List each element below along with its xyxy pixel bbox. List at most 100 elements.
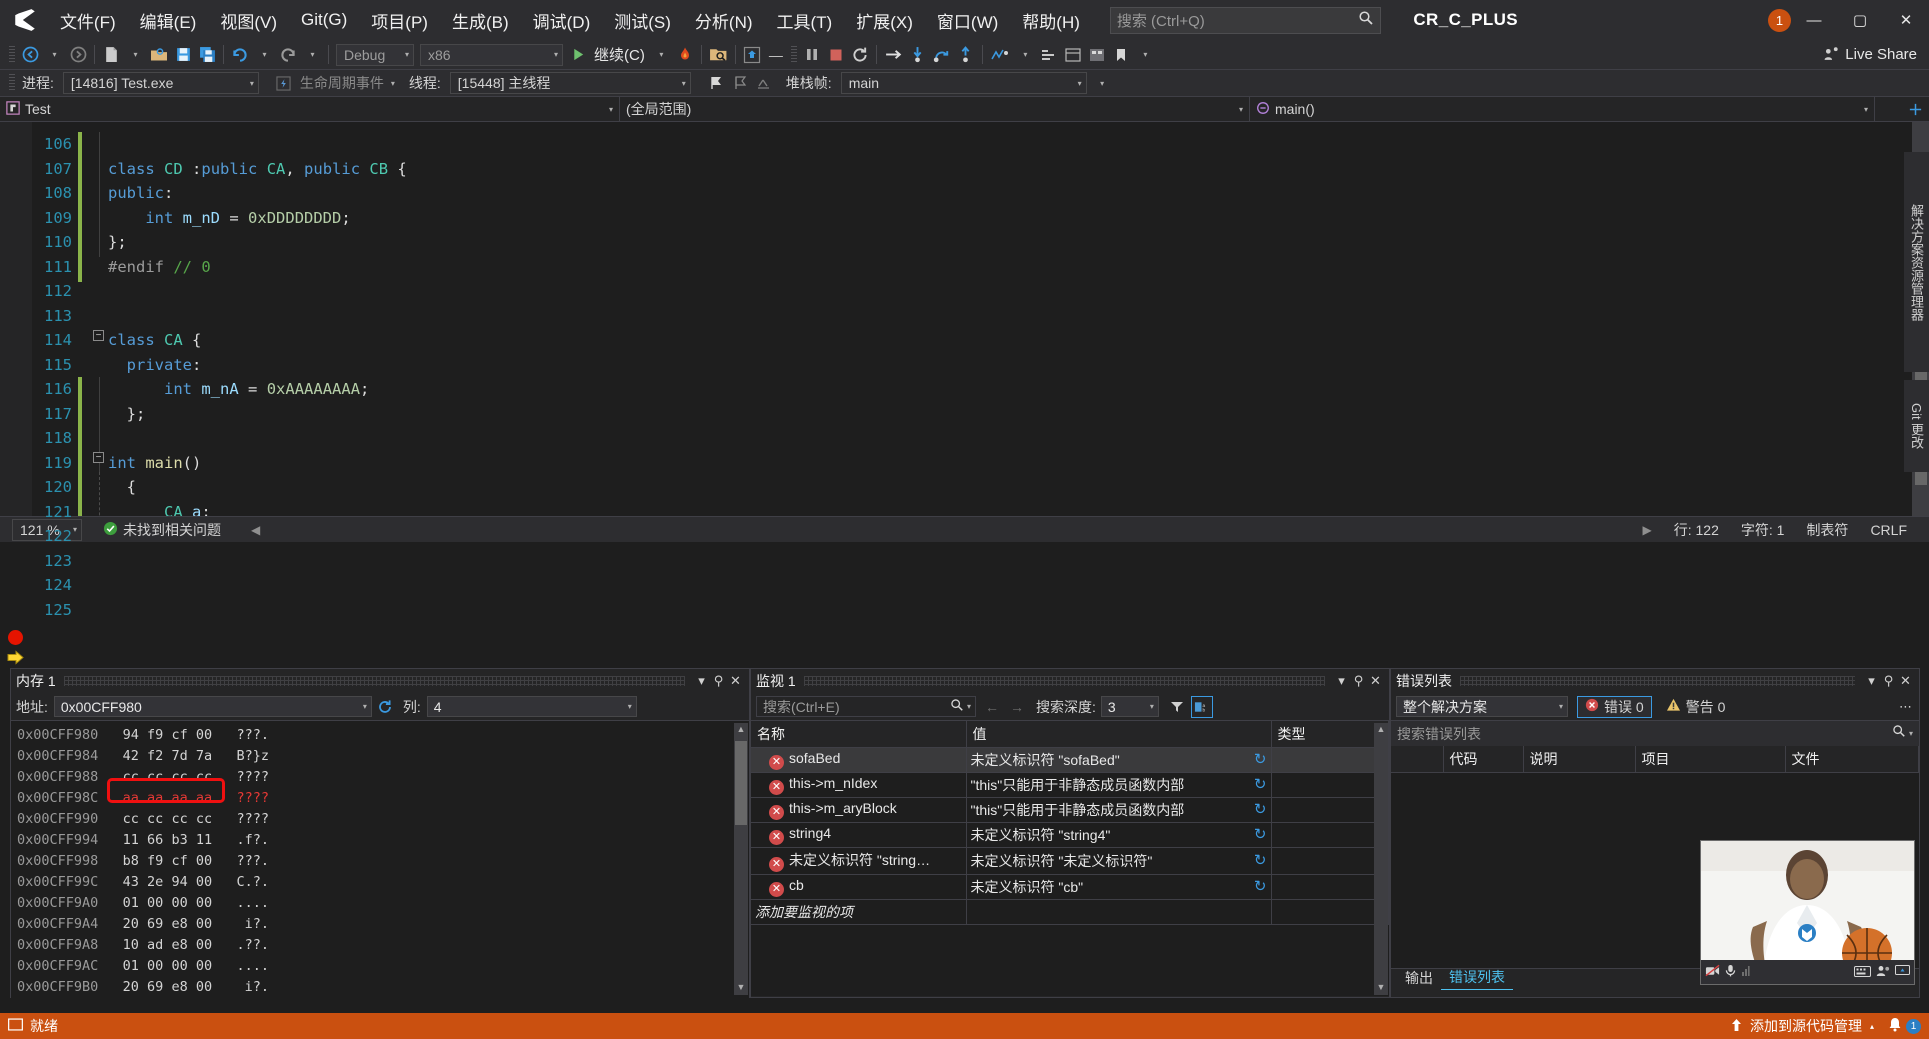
memory-columns-combo[interactable]: 4 ▾ <box>426 696 637 717</box>
flag-outline-icon[interactable] <box>728 71 752 95</box>
project-selector[interactable]: Test ▾ <box>0 97 620 121</box>
watch-refresh-icon[interactable]: ↻ <box>1254 775 1267 793</box>
show-next-statement-icon[interactable] <box>740 43 764 67</box>
error-col-file[interactable]: 文件 <box>1785 746 1919 773</box>
watch-refresh-icon[interactable]: ↻ <box>1254 877 1267 895</box>
save-all-button[interactable] <box>195 43 219 67</box>
notification-badge[interactable]: 1 <box>1768 8 1791 32</box>
tab-error-list[interactable]: 错误列表 <box>1441 965 1513 990</box>
watch-type-cell[interactable] <box>1271 874 1389 900</box>
watch-panel-menu-icon[interactable]: ▾ <box>1333 671 1350 691</box>
scope-selector[interactable]: (全局范围) ▾ <box>620 97 1250 121</box>
menu-debug[interactable]: 调试(D) <box>521 1 603 40</box>
camera-off-icon[interactable] <box>1705 964 1720 980</box>
menu-tools[interactable]: 工具(T) <box>765 1 845 40</box>
watch-type-cell[interactable] <box>1271 822 1389 848</box>
debug-toolbar-overflow[interactable]: ▾ <box>1090 71 1114 95</box>
thread-freeze-icon[interactable] <box>752 71 776 95</box>
menu-extensions[interactable]: 扩展(X) <box>844 1 925 40</box>
minus-icon[interactable]: — <box>764 43 788 67</box>
minimize-button[interactable]: — <box>1791 0 1837 40</box>
scroll-up-arrow-icon[interactable]: ▲ <box>736 724 746 736</box>
navigate-back-button[interactable] <box>18 43 42 67</box>
code-surface[interactable]: − − class CD :public CA, public CB { pub… <box>78 122 1929 516</box>
undo-dropdown[interactable]: ▾ <box>252 43 276 67</box>
watch-col-value[interactable]: 值 <box>966 721 1272 748</box>
new-item-button[interactable] <box>99 43 123 67</box>
debugbar-grip[interactable] <box>9 74 15 92</box>
menu-git[interactable]: Git(G) <box>289 3 359 37</box>
step-over-icon[interactable] <box>930 43 954 67</box>
hex-display-icon[interactable]: ab <box>1190 695 1213 718</box>
stackframe-combo[interactable]: main ▾ <box>840 72 1087 94</box>
menu-project[interactable]: 项目(P) <box>359 1 440 40</box>
flag-just-my-code-icon[interactable] <box>704 71 728 95</box>
add-watch-value-cell[interactable] <box>966 899 1272 925</box>
memory-window-icon[interactable] <box>1085 43 1109 67</box>
error-list-overflow-icon[interactable]: ⋯ <box>1897 697 1914 717</box>
save-button[interactable] <box>171 43 195 67</box>
modules-window-icon[interactable] <box>1061 43 1085 67</box>
lifecycle-events-icon[interactable] <box>272 71 296 95</box>
watch-value-cell[interactable]: 未定义标识符 "string4" ↻ <box>966 822 1272 848</box>
panel-drag-dots[interactable] <box>1460 676 1855 686</box>
error-col-icon[interactable] <box>1391 746 1444 773</box>
watch-vertical-scrollbar[interactable]: ▲ ▼ <box>1374 723 1388 995</box>
watch-search-prev-icon[interactable]: ← <box>985 699 999 715</box>
thread-combo[interactable]: [15448] 主线程 ▾ <box>449 72 691 94</box>
scroll-down-arrow-icon[interactable]: ▼ <box>736 982 746 994</box>
error-col-description[interactable]: 说明 <box>1523 746 1636 773</box>
watch-value-cell[interactable]: 未定义标识符 "cb" ↻ <box>966 874 1272 900</box>
tab-output[interactable]: 输出 <box>1397 966 1441 990</box>
member-selector[interactable]: main() ▾ <box>1250 97 1875 121</box>
bookmark-icon[interactable] <box>1109 43 1133 67</box>
watch-name-cell[interactable]: ✕ this->m_aryBlock <box>751 797 967 823</box>
menu-file[interactable]: 文件(F) <box>48 1 128 40</box>
breakpoint-indicator[interactable] <box>8 630 23 645</box>
redo-button[interactable] <box>276 43 300 67</box>
diagnostic-tools-icon[interactable] <box>987 43 1013 67</box>
pin-columns-icon[interactable] <box>1169 697 1186 717</box>
toolbar-grip-2[interactable] <box>790 45 797 64</box>
problems-indicator[interactable]: 未找到相关问题 <box>103 520 221 540</box>
watch-panel[interactable]: 监视 1 ▾ ⚲ ✕ 搜索(Ctrl+E) ▾ ← → 搜索深度: 3 ▾ a … <box>750 668 1390 998</box>
menu-edit[interactable]: 编辑(E) <box>128 1 209 40</box>
quick-launch-search[interactable]: 搜索 (Ctrl+Q) <box>1109 6 1382 34</box>
menu-view[interactable]: 视图(V) <box>208 1 289 40</box>
scroll-down-arrow-icon[interactable]: ▼ <box>1376 982 1386 994</box>
open-file-button[interactable] <box>147 43 171 67</box>
memory-vertical-scrollbar[interactable]: ▲ ▼ <box>734 723 748 995</box>
watch-table[interactable]: 名称 值 类型 ✕ sofaBed 未定义标识符 "sofaBed" ↻ ✕ this… <box>751 721 1389 925</box>
watch-value-cell[interactable]: 未定义标识符 "未定义标识符" ↻ <box>966 847 1272 875</box>
undo-button[interactable] <box>228 43 252 67</box>
maximize-button[interactable]: ▢ <box>1837 0 1883 40</box>
watch-refresh-icon[interactable]: ↻ <box>1254 750 1267 768</box>
navigate-forward-button[interactable] <box>66 43 90 67</box>
memory-dump-grid[interactable]: 0x00CFF980 94 f9 cf 00 ???. 0x00CFF984 4… <box>11 721 749 998</box>
menu-test[interactable]: 测试(S) <box>602 1 683 40</box>
keyboard-icon[interactable] <box>1854 965 1871 980</box>
continue-dropdown[interactable]: ▾ <box>649 43 673 67</box>
step-out-icon[interactable] <box>954 43 978 67</box>
watch-row[interactable]: ✕ 未定义标识符 "string… 未定义标识符 "未定义标识符" ↻ <box>751 847 1389 875</box>
watch-col-type[interactable]: 类型 <box>1271 721 1389 748</box>
watch-row[interactable]: ✕ cb 未定义标识符 "cb" ↻ <box>751 874 1389 900</box>
watch-row[interactable]: ✕ string4 未定义标识符 "string4" ↻ <box>751 822 1389 848</box>
scroll-up-arrow-icon[interactable]: ▲ <box>1376 724 1386 736</box>
threads-window-icon[interactable] <box>1037 43 1061 67</box>
watch-value-cell[interactable]: "this"只能用于非静态成员函数内部 ↻ <box>966 797 1272 823</box>
error-scope-combo[interactable]: 整个解决方案 ▾ <box>1396 696 1568 717</box>
toolbar-grip[interactable] <box>9 45 15 64</box>
sidebar-tab-solution-explorer[interactable]: 解决方案资源管理器 <box>1904 152 1929 372</box>
fold-toggle-main[interactable]: − <box>93 452 104 463</box>
process-combo[interactable]: [14816] Test.exe ▾ <box>62 72 259 94</box>
watch-name-cell[interactable]: ✕ 未定义标识符 "string… <box>751 847 967 875</box>
restart-icon[interactable] <box>848 43 872 67</box>
error-col-code[interactable]: 代码 <box>1443 746 1524 773</box>
continue-button[interactable] <box>566 43 590 67</box>
add-watch-type-cell[interactable] <box>1271 899 1389 925</box>
watch-type-cell[interactable] <box>1271 847 1389 875</box>
panel-drag-dots[interactable] <box>803 676 1325 686</box>
error-col-project[interactable]: 项目 <box>1635 746 1786 773</box>
share-screen-icon[interactable] <box>1895 964 1910 980</box>
